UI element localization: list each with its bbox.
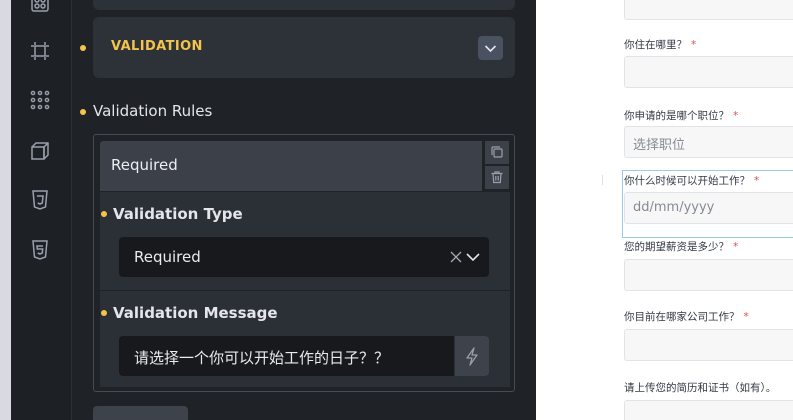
field-label-salary: 您的期望薪资是多少？ * [624,241,739,253]
company-input[interactable] [624,329,793,361]
salary-input[interactable] [624,259,793,291]
field-label-company: 你目前在哪家公司工作？ * [624,311,749,323]
validation-type-value: Required [134,248,201,266]
icon-sidebar [11,0,72,420]
rule-header[interactable]: Required [100,141,482,191]
rule-fields: Validation Type Required Validation Mess… [100,192,510,387]
copy-icon [491,146,503,158]
resume-upload[interactable] [624,400,793,420]
validation-message-input[interactable]: 请选择一个你可以开始工作的日子？？ [119,336,454,376]
modified-dot [101,211,107,217]
html5-icon[interactable] [28,238,52,262]
validation-type-label: Validation Type [113,205,243,223]
dots-grid-icon[interactable] [28,88,52,112]
delete-rule-button[interactable] [485,166,509,189]
validation-section-header[interactable]: VALIDATION [93,17,515,78]
validation-message-value: 请选择一个你可以开始工作的日子？？ [134,349,390,367]
start-date-input[interactable]: dd/mm/yyyy [624,192,793,224]
rule-title: Required [111,156,178,174]
field-label-residence: 你住在哪里？ * [624,39,697,51]
divider [602,175,603,185]
window-edge [0,0,11,420]
collapse-button[interactable] [478,36,503,60]
form-preview: 你住在哪里？ * 你申请的是哪个职位？ * 选择职位 你什么时候可以开始工作？ * d… [536,0,793,420]
frame-icon[interactable] [28,39,52,63]
cube-icon[interactable] [28,139,52,163]
modified-dot [80,45,86,51]
position-select[interactable]: 选择职位 [624,126,793,158]
section-title: VALIDATION [111,39,203,54]
previous-section-card[interactable] [93,0,515,10]
css3-icon[interactable] [28,188,52,212]
clear-icon[interactable] [449,250,463,264]
chevron-down-icon[interactable] [465,250,481,264]
duplicate-rule-button[interactable] [485,141,509,164]
modified-dot [101,310,107,316]
add-rule-button[interactable] [93,406,188,420]
validation-message-label: Validation Message [113,304,278,322]
validation-type-select[interactable]: Required [119,237,489,277]
position-placeholder: 选择职位 [633,138,686,153]
field-label-resume: 请上传您的简历和证书（如有）。 [624,382,777,394]
modified-dot [80,109,86,115]
validation-rules-box: Required Validation Type Required Valida [93,134,515,392]
chevron-down-icon [484,45,497,53]
dynamic-value-button[interactable] [455,336,489,376]
bolt-icon [466,347,478,366]
grid-icon[interactable] [28,0,52,15]
field-label-start-date: 你什么时候可以开始工作？ * [624,175,760,187]
settings-panel: VALIDATION Validation Rules Required Val… [72,0,536,420]
divider [100,290,510,291]
field-label-position: 你申请的是哪个职位？ * [624,110,739,122]
validation-rules-label: Validation Rules [93,102,213,120]
residence-input[interactable] [624,56,793,88]
previous-field-input[interactable] [624,0,793,20]
trash-icon [491,171,503,184]
start-date-placeholder: dd/mm/yyyy [633,200,715,215]
